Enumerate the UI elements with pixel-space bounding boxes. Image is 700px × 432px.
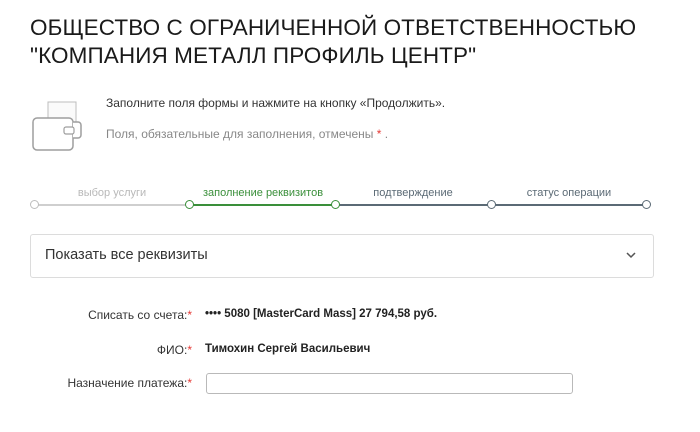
fio-value: Тимохин Сергей Васильевич (205, 343, 371, 355)
account-value: •••• 5080 [MasterCard Mass] 27 794,58 ру… (205, 308, 438, 320)
payment-purpose-required-star: * (187, 376, 192, 390)
payment-purpose-label: Назначение платежа:* (67, 376, 192, 390)
required-star: * (376, 127, 382, 141)
step-label-details: заполнение реквизитов (202, 187, 324, 199)
required-note-text: Поля, обязательные для заполнения, отмеч… (106, 127, 374, 141)
show-all-details-accordion[interactable]: Показать все реквизиты (30, 234, 654, 278)
accordion-label: Показать все реквизиты (45, 247, 208, 263)
required-note-end: . (384, 127, 389, 141)
payment-purpose-input[interactable] (206, 373, 573, 394)
wallet-icon (32, 101, 82, 151)
step-label-service: выбор услуги (77, 187, 147, 199)
fio-label: ФИО:* (157, 343, 192, 357)
fio-label-text: ФИО: (156, 343, 188, 357)
step-node-2 (185, 200, 194, 209)
step-node-1 (30, 200, 39, 209)
step-label-status: статус операции (526, 187, 612, 199)
required-fields-note: Поля, обязательные для заполнения, отмеч… (106, 127, 388, 141)
fio-required-star: * (187, 343, 192, 357)
step-segment-active (190, 204, 336, 206)
step-node-4 (487, 200, 496, 209)
account-required-star: * (187, 308, 192, 322)
account-label: Списать со счета:* (88, 308, 192, 322)
payment-purpose-label-text: Назначение платежа: (67, 376, 188, 390)
step-segment-done (34, 204, 190, 206)
page-title: ОБЩЕСТВО С ОГРАНИЧЕННОЙ ОТВЕТСТВЕННОСТЬЮ… (30, 15, 637, 68)
form-instruction: Заполните поля формы и нажмите на кнопку… (106, 96, 446, 110)
chevron-down-icon (626, 252, 636, 259)
account-label-text: Списать со счета: (88, 308, 188, 322)
step-label-confirm: подтверждение (373, 187, 453, 199)
step-node-3 (331, 200, 340, 209)
step-node-5 (642, 200, 651, 209)
progress-steps: выбор услуги заполнение реквизитов подтв… (30, 182, 656, 214)
